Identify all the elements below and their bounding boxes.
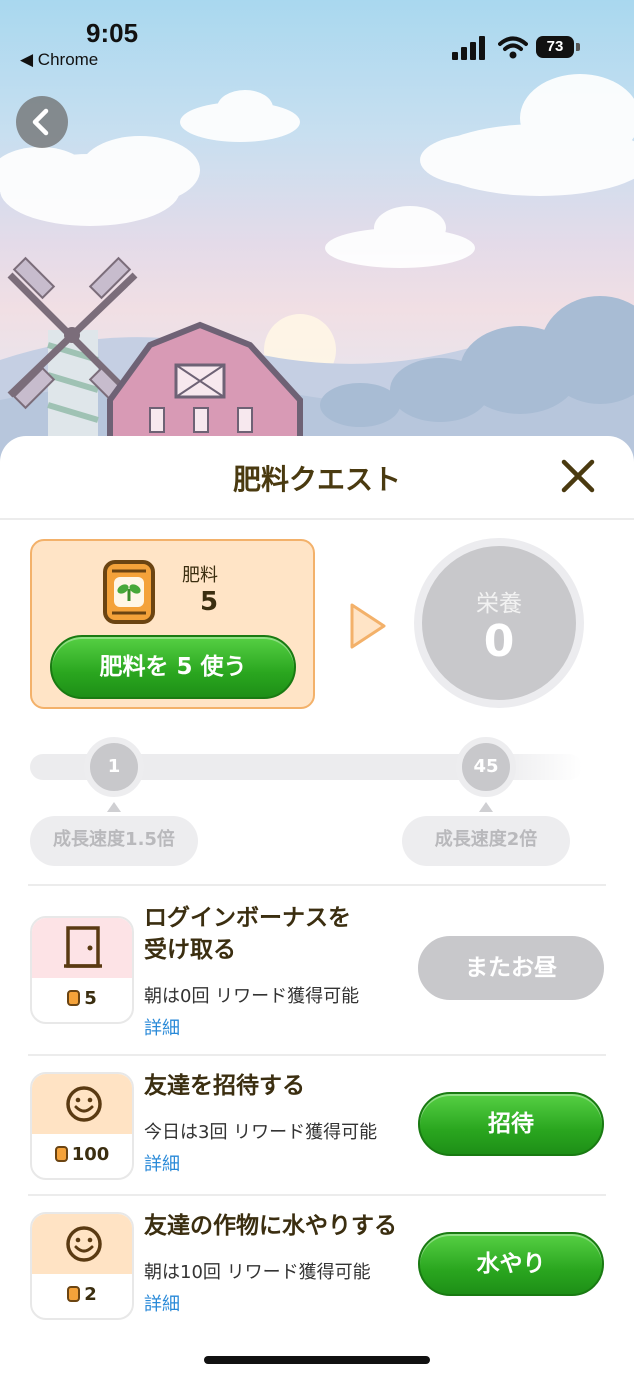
door-icon <box>64 926 102 968</box>
task-reward: 2 <box>32 1274 132 1318</box>
task-reward-card: 5 <box>30 916 134 1024</box>
task-reward: 100 <box>32 1134 132 1178</box>
section-divider <box>28 884 606 886</box>
fertilizer-quest-sheet: 肥料クエスト 肥料 5 肥料を 5 使う 栄養 0 1 45 成長速度1.5倍 … <box>0 436 634 1378</box>
task-title: ログインボーナスを <box>144 905 351 931</box>
fertilizer-bag-icon <box>67 1286 81 1302</box>
task-subtitle: 今日は3回 リワード獲得可能 <box>144 1122 378 1143</box>
task-title: 友達を招待する <box>144 1073 305 1099</box>
fertilizer-count: 5 <box>200 587 219 617</box>
use-fertilizer-button[interactable]: 肥料を 5 使う <box>50 635 296 699</box>
task-reward-card: 100 <box>30 1072 134 1180</box>
task-divider <box>28 1194 606 1196</box>
smiley-icon <box>66 1086 102 1122</box>
milestone-label-45: 成長速度2倍 <box>402 816 570 866</box>
nutrition-value: 0 <box>483 616 515 667</box>
task-card-top <box>32 1214 132 1274</box>
fertilizer-bag-icon <box>103 560 155 624</box>
milestone-node-45: 45 <box>456 737 516 797</box>
back-button[interactable] <box>16 96 68 148</box>
milestone-node-1: 1 <box>84 737 144 797</box>
task-subtitle: 朝は10回 リワード獲得可能 <box>144 1262 371 1283</box>
task-card-top <box>32 918 132 978</box>
farm-background <box>0 0 634 470</box>
task-reward-card: 2 <box>30 1212 134 1320</box>
invite-button[interactable]: 招待 <box>418 1092 604 1156</box>
task-button-come-back-noon[interactable]: またお昼 <box>418 936 604 1000</box>
task-reward-amount: 2 <box>84 1284 97 1305</box>
task-subtitle: 朝は0回 リワード獲得可能 <box>144 986 360 1007</box>
fertilizer-label: 肥料 <box>182 565 218 586</box>
task-reward: 5 <box>32 978 132 1022</box>
water-button[interactable]: 水やり <box>418 1232 604 1296</box>
arrow-right-icon <box>350 603 386 649</box>
milestone-pointer <box>107 802 121 812</box>
status-time: 9:05 <box>86 18 139 48</box>
smiley-icon <box>66 1226 102 1262</box>
milestone-pointer <box>479 802 493 812</box>
milestone-label-1: 成長速度1.5倍 <box>30 816 198 866</box>
chevron-left-icon <box>32 108 49 136</box>
task-divider <box>28 1054 606 1056</box>
fertilizer-card: 肥料 5 肥料を 5 使う <box>30 539 315 709</box>
status-indicators: 73 <box>452 34 582 60</box>
task-detail-link[interactable]: 詳細 <box>144 1014 180 1040</box>
header-divider <box>0 518 634 520</box>
signal-icon <box>452 36 485 60</box>
battery-icon: 73 <box>536 36 574 58</box>
home-indicator <box>204 1356 430 1364</box>
fertilizer-bag-icon <box>67 990 81 1006</box>
task-detail-link[interactable]: 詳細 <box>144 1290 180 1316</box>
sheet-title: 肥料クエスト <box>232 463 401 496</box>
task-title-line2: 受け取る <box>144 937 236 963</box>
back-to-app-link[interactable]: ◀ Chrome <box>20 50 98 70</box>
task-detail-link[interactable]: 詳細 <box>144 1150 180 1176</box>
fertilizer-bag-icon <box>54 1146 68 1162</box>
task-reward-amount: 5 <box>84 988 97 1009</box>
task-card-top <box>32 1074 132 1134</box>
wifi-icon <box>498 36 528 59</box>
nutrition-label: 栄養 <box>476 591 522 617</box>
close-icon <box>561 459 595 493</box>
nutrition-gauge: 栄養 0 <box>414 538 584 708</box>
task-title: 友達の作物に水やりする <box>144 1213 397 1239</box>
battery-tip <box>576 43 580 51</box>
close-button[interactable] <box>558 456 598 496</box>
task-reward-amount: 100 <box>71 1144 110 1165</box>
